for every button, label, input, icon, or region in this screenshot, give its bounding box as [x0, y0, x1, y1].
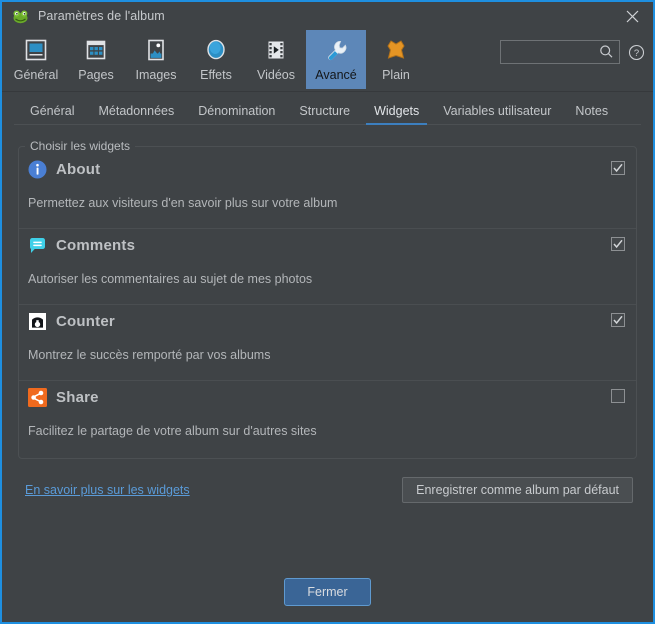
frog-icon	[12, 8, 29, 25]
svg-text:?: ?	[634, 48, 639, 59]
toolbar-label: Avancé	[315, 68, 357, 82]
search-icon	[599, 44, 614, 65]
info-circle-icon	[28, 160, 47, 179]
widget-row-counter: Counter Montrez le succès remporté par v…	[19, 304, 636, 380]
toolbar-item-videos[interactable]: Vidéos	[246, 30, 306, 89]
widget-name: Counter	[56, 313, 115, 330]
close-icon[interactable]	[611, 2, 653, 30]
help-icon[interactable]: ?	[628, 44, 645, 61]
learn-more-link[interactable]: En savoir plus sur les widgets	[25, 483, 190, 497]
toolbar-item-plain[interactable]: Plain	[366, 30, 426, 89]
toolbar-label: Images	[135, 68, 177, 82]
widget-header: Share	[28, 381, 636, 412]
tab-user-variables[interactable]: Variables utilisateur	[431, 104, 563, 125]
toolbar-label: Général	[13, 68, 59, 82]
widget-description: Autoriser les commentaires au sujet de m…	[28, 272, 313, 286]
dialog-footer: Fermer	[2, 578, 653, 606]
widget-description: Facilitez le partage de votre album sur …	[28, 424, 317, 438]
circle-icon	[202, 35, 230, 65]
widget-description: Permettez aux visiteurs d'en savoir plus…	[28, 196, 338, 210]
picture-icon	[142, 35, 170, 65]
widgets-bottom-row: En savoir plus sur les widgets Enregistr…	[18, 459, 637, 503]
skin-icon	[382, 35, 410, 65]
film-icon	[262, 35, 290, 65]
toolbar-item-advanced[interactable]: Avancé	[306, 30, 366, 89]
grid-icon	[82, 35, 110, 65]
counter-icon	[28, 312, 47, 331]
widget-row-share: Share Facilitez le partage de votre albu…	[19, 380, 636, 456]
tab-structure[interactable]: Structure	[287, 104, 362, 125]
share-icon	[28, 388, 47, 407]
widget-checkbox-about[interactable]	[611, 161, 625, 175]
search-box[interactable]	[500, 40, 620, 64]
widget-name: Comments	[56, 237, 136, 254]
widget-checkbox-counter[interactable]	[611, 313, 625, 327]
save-as-default-album-button[interactable]: Enregistrer comme album par défaut	[402, 477, 633, 503]
widget-row-about: About Permettez aux visiteurs d'en savoi…	[19, 153, 636, 228]
monitor-icon	[22, 35, 50, 65]
main-toolbar: Général Pages Images Effets Vidéos Avanc…	[2, 30, 653, 92]
widget-header: Comments	[28, 229, 636, 260]
tab-metadata[interactable]: Métadonnées	[86, 104, 186, 125]
widget-description: Montrez le succès remporté par vos album…	[28, 348, 271, 362]
window-title: Paramètres de l'album	[38, 9, 165, 23]
choose-widgets-group: Choisir les widgets About Permettez aux …	[18, 139, 637, 459]
toolbar-item-general[interactable]: Général	[6, 30, 66, 89]
settings-tabs: Général Métadonnées Dénomination Structu…	[2, 92, 653, 125]
widget-name: Share	[56, 389, 99, 406]
toolbar-item-images[interactable]: Images	[126, 30, 186, 89]
tab-widgets[interactable]: Widgets	[362, 104, 431, 125]
widgets-panel: Choisir les widgets About Permettez aux …	[2, 125, 653, 503]
toolbar-label: Effets	[200, 68, 232, 82]
album-settings-window: Paramètres de l'album Général Pages Imag…	[0, 0, 655, 624]
toolbar-label: Pages	[78, 68, 114, 82]
tab-general[interactable]: Général	[18, 104, 86, 125]
group-legend: Choisir les widgets	[30, 139, 131, 153]
toolbar-item-pages[interactable]: Pages	[66, 30, 126, 89]
search-input[interactable]	[506, 45, 598, 59]
widget-checkbox-share[interactable]	[611, 389, 625, 403]
widget-row-comments: Comments Autoriser les commentaires au s…	[19, 228, 636, 304]
toolbar-label: Vidéos	[257, 68, 295, 82]
tab-notes[interactable]: Notes	[563, 104, 620, 125]
speech-bubble-icon	[28, 236, 47, 255]
close-button[interactable]: Fermer	[284, 578, 371, 606]
widget-header: About	[28, 153, 636, 184]
widget-list: About Permettez aux visiteurs d'en savoi…	[19, 153, 636, 458]
wrench-icon	[322, 35, 350, 65]
title-bar: Paramètres de l'album	[2, 2, 653, 30]
widget-header: Counter	[28, 305, 636, 336]
tab-naming[interactable]: Dénomination	[186, 104, 287, 125]
toolbar-search-area: ?	[500, 40, 645, 64]
widget-checkbox-comments[interactable]	[611, 237, 625, 251]
widget-name: About	[56, 161, 101, 178]
toolbar-item-effects[interactable]: Effets	[186, 30, 246, 89]
toolbar-label: Plain	[382, 68, 410, 82]
